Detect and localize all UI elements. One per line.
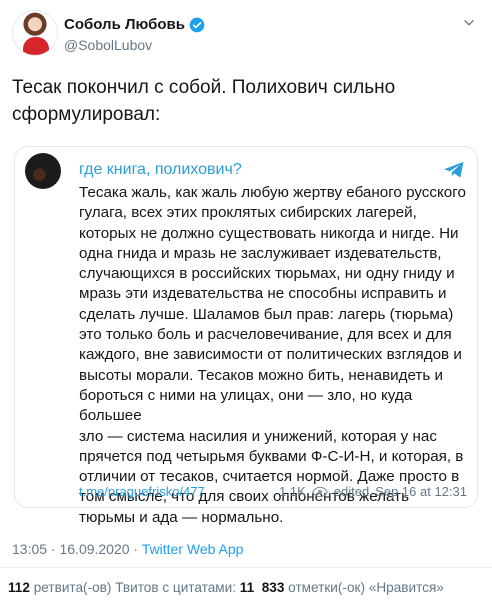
post-line: одна гнида и мразь не заслуживает издева… — [79, 244, 442, 262]
retweet-label[interactable]: ретвита(-ов) — [30, 580, 115, 595]
avatar-figure — [23, 37, 49, 55]
post-line: случающихся в российских тюрьмах, ни одн… — [79, 265, 455, 283]
tweet-stats: 112 ретвита(-ов) Твитов с цитатами: 11 8… — [8, 580, 444, 595]
post-line: Тесака жаль, как жаль любую жертву ебано… — [79, 184, 466, 201]
channel-title[interactable]: где книга, полихович? — [79, 161, 242, 179]
chevron-down-icon[interactable] — [462, 16, 476, 30]
like-label[interactable]: отметки(-ок) «Нравится» — [284, 580, 444, 595]
post-body: Тесака жаль, как жаль любую жертву ебано… — [79, 183, 467, 528]
tweet-text-line: Тесак покончил с собой. Полихович сильно — [12, 77, 396, 98]
tweet-text-line: сформулировал: — [12, 104, 161, 125]
post-line: прячется под четырьмя буквами Ф-С-И-Н, и… — [79, 447, 464, 465]
post-line: гулага, всех этих проклятых сибирских ла… — [79, 204, 417, 222]
verified-badge-icon — [189, 17, 205, 32]
post-line: высоты морали. Тесаков можно бить, ненав… — [79, 366, 443, 384]
post-line: это только боль и расчеловечивание, для … — [79, 326, 452, 344]
post-line: сделать лучше. Шаламов был прав: лагерь … — [79, 305, 454, 323]
eye-icon — [311, 486, 328, 497]
post-line: которых не должно существовать никогда и… — [79, 224, 459, 242]
retweet-count[interactable]: 112 — [8, 580, 30, 595]
tweet-timestamp: 13:05 · 16.09.2020 · Twitter Web App — [12, 541, 243, 557]
display-name[interactable]: Соболь Любовь — [64, 16, 185, 33]
quote-count[interactable]: 11 — [240, 580, 254, 595]
edited-label: edited — [333, 484, 370, 499]
name-row: Соболь Любовь — [64, 16, 205, 33]
like-count[interactable]: 833 — [262, 580, 285, 595]
quote-label[interactable]: Твитов с цитатами: — [115, 580, 240, 595]
post-line: тюрьмы и ада — нормально. — [79, 508, 284, 526]
view-count: 1.1K — [279, 484, 306, 499]
tweet-text: Тесак покончил с собой. Полихович сильно… — [12, 74, 480, 128]
divider — [0, 567, 492, 568]
post-footer: t.me/praguefrisko/477 1.1K edited Sep 16… — [79, 484, 467, 502]
post-meta: 1.1K edited Sep 16 at 12:31 — [279, 484, 467, 499]
telegram-icon — [444, 161, 464, 178]
tweet-header: Соболь Любовь @SobolLubov — [12, 10, 480, 60]
tweet-source[interactable]: Twitter Web App — [142, 541, 244, 557]
post-line: мразь эти издевательства не способны исп… — [79, 285, 447, 303]
profile-avatar[interactable] — [12, 10, 58, 56]
channel-avatar[interactable] — [25, 153, 61, 189]
post-date: Sep 16 at 12:31 — [375, 484, 467, 499]
post-link[interactable]: t.me/praguefrisko/477 — [79, 484, 205, 499]
embedded-telegram-post[interactable]: где книга, полихович? Тесака жаль, как ж… — [14, 146, 478, 526]
tweet-time[interactable]: 13:05 · 16.09.2020 · — [12, 541, 142, 557]
post-line: зло — система насилия и унижений, котора… — [79, 427, 437, 445]
post-line: каждого, вне зависимости от политических… — [79, 346, 462, 364]
user-handle[interactable]: @SobolLubov — [64, 37, 152, 53]
post-line: бороться с ними на улицах, они — зло, но… — [79, 386, 413, 425]
